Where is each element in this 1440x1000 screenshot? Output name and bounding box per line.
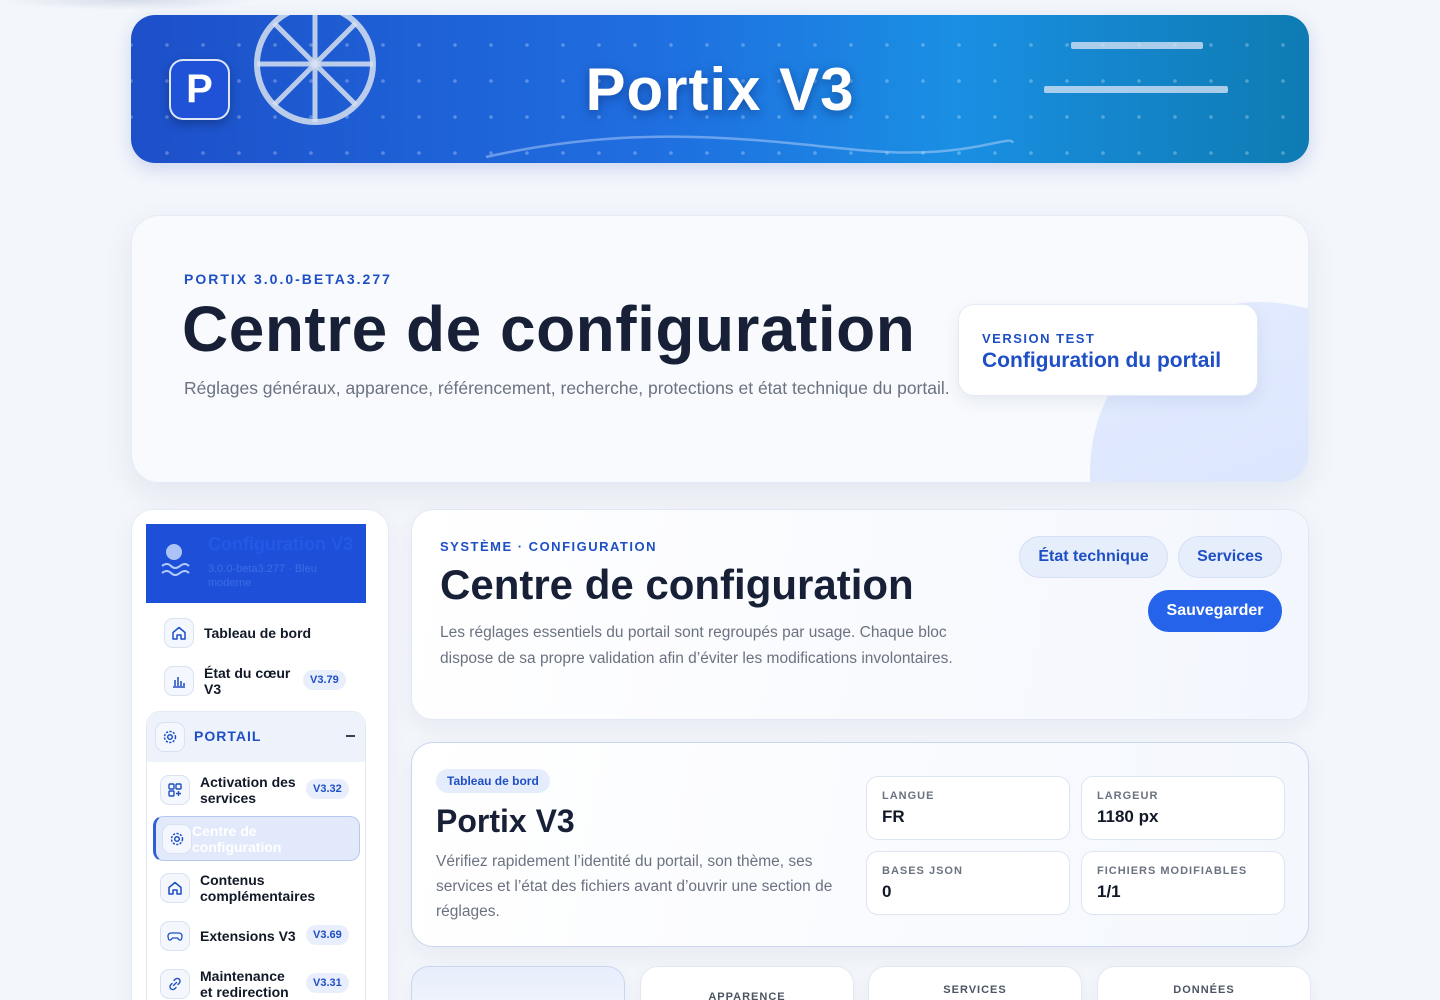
stat-label: FICHIERS MODIFIABLES	[1097, 865, 1248, 877]
stat-width: LARGEUR 1180 px	[1081, 776, 1285, 840]
hero-eyebrow: PORTIX 3.0.0-BETA3.277	[184, 271, 392, 287]
sidebar-header: Configuration V3 3.0.0-beta3.277 · Bleu …	[146, 524, 366, 603]
stat-value: FR	[882, 807, 905, 826]
collapse-icon[interactable]	[346, 735, 355, 737]
gamepad-icon	[160, 921, 190, 951]
hero-description: Réglages généraux, apparence, référencem…	[184, 378, 950, 398]
version-value: Configuration du portail	[982, 349, 1222, 372]
tile-label: APPARENCE	[708, 991, 786, 1000]
gear-icon	[155, 722, 185, 752]
link-icon	[160, 969, 190, 999]
section-description: Les réglages essentiels du portail sont …	[440, 624, 953, 667]
banner-bar-decoration	[1071, 42, 1203, 49]
sidebar-item-label: Maintenance et redirection	[200, 968, 289, 1000]
section-tile-services[interactable]: SERVICES	[868, 966, 1082, 1000]
home-icon	[160, 873, 190, 903]
dashboard-card: Tableau de bord Portix V3 Vérifiez rapid…	[411, 742, 1309, 947]
section-header-portail[interactable]: PORTAIL	[147, 712, 365, 762]
sidebar-item-label: Centre de configuration	[192, 823, 282, 855]
top-glow	[0, 0, 260, 10]
save-button[interactable]: Sauvegarder	[1148, 590, 1282, 632]
sidebar-item-extensions[interactable]: Extensions V3	[160, 921, 296, 951]
tile-label: SERVICES	[943, 984, 1007, 996]
stat-label: LANGUE	[882, 790, 935, 802]
sidebar-item-contents[interactable]: Contenus complémentaires	[160, 872, 360, 904]
stat-label: BASES JSON	[882, 865, 963, 877]
section-title: Centre de configuration	[440, 561, 914, 608]
section-label: PORTAIL	[194, 728, 262, 744]
dashboard-tag: Tableau de bord	[436, 769, 550, 793]
page-title: Centre de configuration	[182, 293, 916, 365]
stat-value: 1/1	[1097, 882, 1121, 901]
version-badge: V3.69	[306, 925, 349, 945]
tech-state-button[interactable]: État technique	[1019, 536, 1168, 578]
dashboard-description: Vérifiez rapidement l’identité du portai…	[436, 853, 833, 920]
stat-language: LANGUE FR	[866, 776, 1070, 840]
portal-banner: P Portix V3	[131, 15, 1309, 163]
stat-value: 0	[882, 882, 892, 901]
config-intro-card: SYSTÈME · CONFIGURATION Centre de config…	[411, 509, 1309, 720]
sidebar-item-label: État du cœur V3	[204, 665, 291, 697]
stat-value: 1180 px	[1097, 807, 1159, 826]
stat-editable-files: FICHIERS MODIFIABLES 1/1	[1081, 851, 1285, 915]
sidebar-item-label: Activation des services	[200, 774, 296, 806]
sidebar-subtitle: 3.0.0-beta3.277 · Bleu moderne	[208, 563, 317, 589]
sidebar-item-label: Extensions V3	[200, 928, 296, 944]
tile-label: DONNÉES	[1173, 984, 1235, 996]
version-badge: V3.32	[306, 779, 349, 799]
stat-label: LARGEUR	[1097, 790, 1159, 802]
sidebar: Configuration V3 3.0.0-beta3.277 · Bleu …	[131, 509, 389, 1000]
sidebar-item-label: Contenus complémentaires	[200, 872, 316, 904]
section-tile[interactable]	[411, 966, 625, 1000]
home-icon	[164, 618, 194, 648]
chart-icon	[164, 666, 194, 696]
sidebar-item-config-center[interactable]: Centre de configuration	[153, 816, 360, 861]
version-badge: V3.79	[303, 670, 346, 690]
sidebar-title: Configuration V3	[208, 534, 353, 554]
stat-json-bases: BASES JSON 0	[866, 851, 1070, 915]
sidebar-logo-dot	[166, 544, 182, 560]
waves-icon	[161, 563, 190, 576]
banner-bar-decoration	[1044, 86, 1228, 93]
section-tile-data[interactable]: DONNÉES	[1097, 966, 1311, 1000]
services-button[interactable]: Services	[1178, 536, 1282, 578]
sidebar-item-dashboard[interactable]: Tableau de bord	[164, 618, 311, 648]
hero-card: PORTIX 3.0.0-BETA3.277 Centre de configu…	[131, 215, 1309, 483]
grid-plus-icon	[160, 775, 190, 805]
section-tile-appearance[interactable]: APPARENCE	[640, 966, 854, 1000]
sidebar-item-label: Tableau de bord	[204, 625, 312, 641]
section-eyebrow: SYSTÈME · CONFIGURATION	[440, 539, 657, 554]
dashboard-title: Portix V3	[436, 803, 575, 839]
version-label: VERSION TEST	[982, 331, 1096, 346]
version-badge: V3.31	[306, 973, 349, 993]
version-card: VERSION TEST Configuration du portail	[958, 304, 1258, 396]
gear-icon	[162, 824, 192, 854]
